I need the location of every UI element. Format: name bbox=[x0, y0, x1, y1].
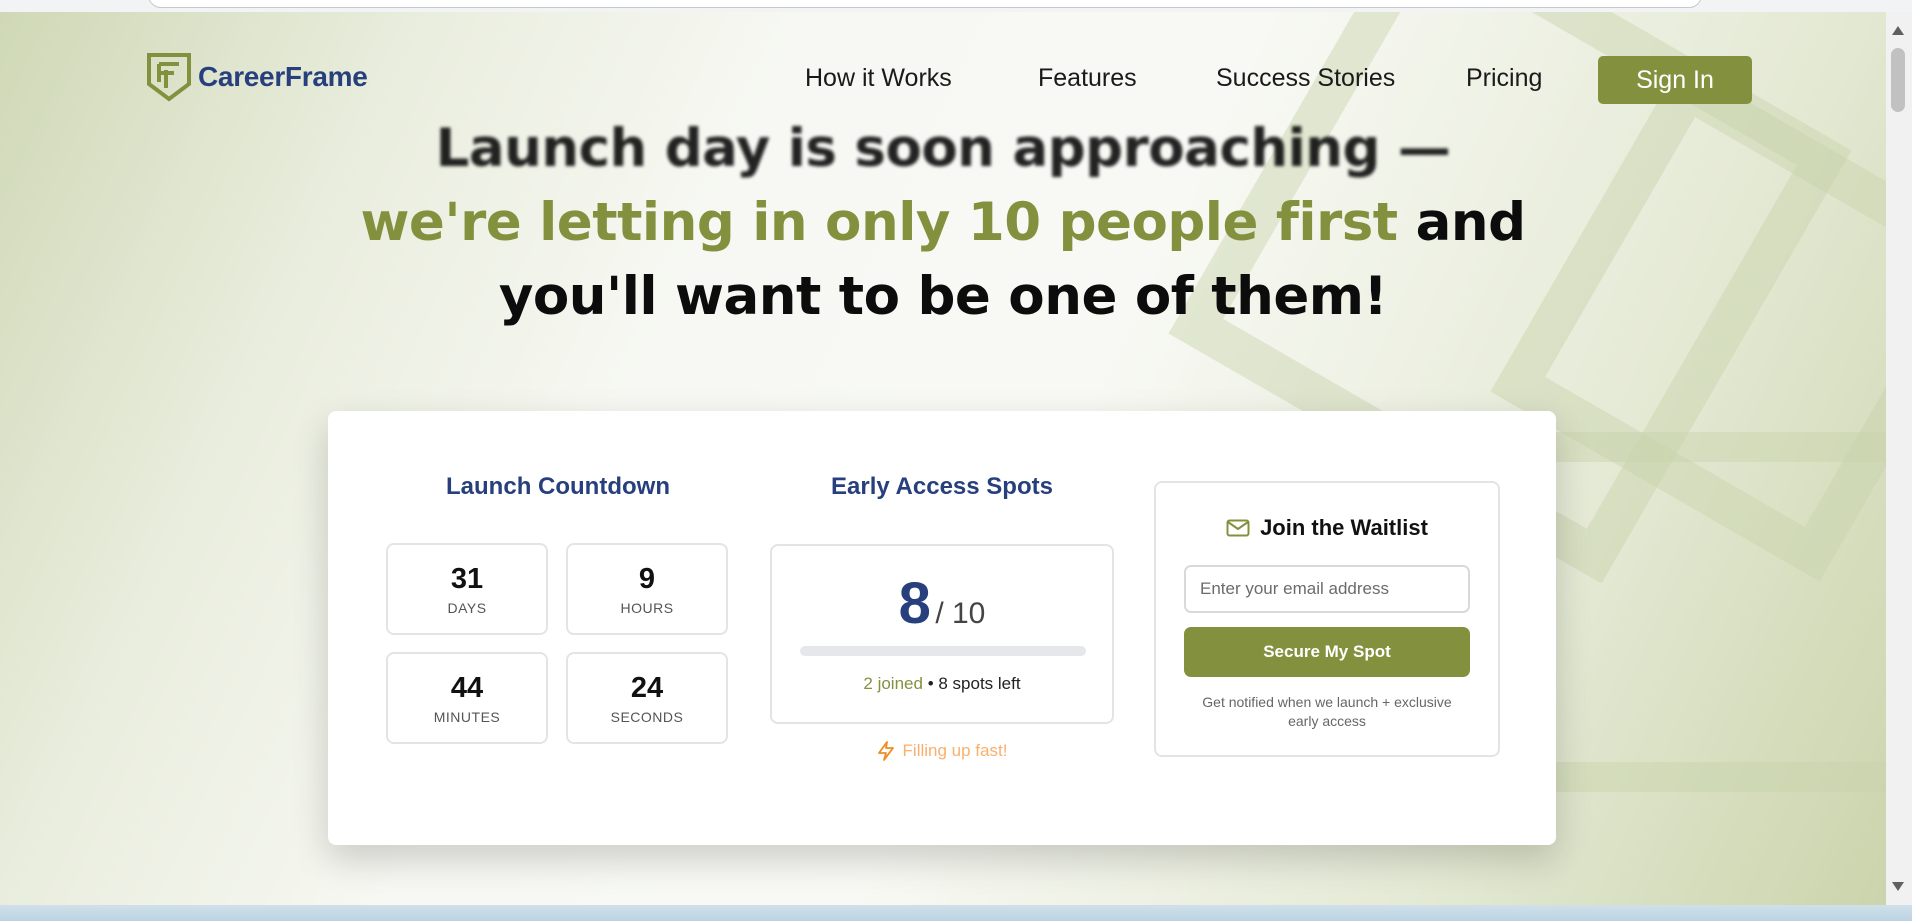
spots-total: / 10 bbox=[935, 597, 986, 630]
careerframe-logo-icon bbox=[147, 53, 191, 102]
hero-line-1: Launch day is soon approaching — bbox=[435, 118, 1451, 179]
scroll-up-icon[interactable] bbox=[1892, 26, 1904, 35]
taskbar bbox=[0, 905, 1912, 921]
waitlist-heading: Join the Waitlist bbox=[1156, 515, 1498, 541]
vertical-scrollbar[interactable] bbox=[1886, 12, 1912, 905]
countdown-label: HOURS bbox=[620, 600, 674, 616]
brand-name: CareerFrame bbox=[198, 61, 368, 92]
spots-progress-bar bbox=[800, 646, 1086, 656]
waitlist-title: Join the Waitlist bbox=[1260, 515, 1428, 540]
nav-how-it-works[interactable]: How it Works bbox=[805, 64, 952, 93]
spots-info: 2 joined • 8 spots left bbox=[772, 674, 1112, 694]
countdown-title: Launch Countdown bbox=[446, 473, 670, 500]
countdown-label: DAYS bbox=[447, 600, 487, 616]
secure-my-spot-button[interactable]: Secure My Spot bbox=[1184, 627, 1470, 677]
mail-icon bbox=[1226, 519, 1250, 537]
spots-title: Early Access Spots bbox=[831, 473, 1053, 500]
email-input[interactable] bbox=[1184, 565, 1470, 613]
urgency-text: Filling up fast! bbox=[902, 741, 1008, 760]
waitlist-note: Get notified when we launch + exclusive … bbox=[1202, 694, 1452, 729]
spots-panel: 8 / 10 2 joined • 8 spots left bbox=[770, 544, 1114, 724]
launch-card: Launch Countdown 31 DAYS 9 HOURS 44 MINU… bbox=[328, 411, 1556, 845]
nav-success-stories[interactable]: Success Stories bbox=[1216, 64, 1395, 93]
hero-highlight: we're letting in only 10 people first bbox=[360, 192, 1398, 253]
hero-line-2: we're letting in only 10 people first an… bbox=[0, 186, 1886, 260]
countdown-label: MINUTES bbox=[433, 709, 501, 725]
countdown-seconds: 24 SECONDS bbox=[566, 652, 728, 744]
countdown-value: 9 bbox=[638, 563, 656, 595]
logo[interactable]: CareerFrame bbox=[146, 52, 368, 102]
countdown-minutes: 44 MINUTES bbox=[386, 652, 548, 744]
countdown-value: 44 bbox=[450, 672, 484, 704]
spots-joined: 2 joined bbox=[863, 674, 923, 693]
scroll-down-icon[interactable] bbox=[1892, 882, 1904, 891]
nav-pricing[interactable]: Pricing bbox=[1466, 64, 1542, 93]
page-viewport: CareerFrame How it Works Features Succes… bbox=[0, 12, 1886, 905]
countdown-hours: 9 HOURS bbox=[566, 543, 728, 635]
address-bar[interactable] bbox=[148, 0, 1702, 8]
countdown-label: SECONDS bbox=[610, 709, 684, 725]
scrollbar-thumb[interactable] bbox=[1891, 48, 1905, 112]
urgency-note: Filling up fast! bbox=[770, 741, 1114, 761]
countdown-value: 24 bbox=[630, 672, 664, 704]
browser-toolbar bbox=[0, 0, 1912, 12]
lightning-icon bbox=[877, 741, 894, 761]
nav-features[interactable]: Features bbox=[1038, 64, 1137, 93]
countdown-value: 31 bbox=[450, 563, 484, 595]
hero-line-3: you'll want to be one of them! bbox=[498, 266, 1388, 327]
spots-remaining-value: 8 bbox=[898, 571, 931, 636]
spots-left: 8 spots left bbox=[938, 674, 1021, 693]
waitlist-panel: Join the Waitlist Secure My Spot Get not… bbox=[1154, 481, 1500, 757]
hero-heading: Launch day is soon approaching — we're l… bbox=[0, 112, 1886, 334]
spots-count: 8 / 10 bbox=[772, 570, 1112, 637]
hero-line-2-rest: and bbox=[1397, 192, 1526, 253]
sign-in-button[interactable]: Sign In bbox=[1598, 56, 1752, 104]
spots-separator: • bbox=[927, 674, 934, 693]
countdown-days: 31 DAYS bbox=[386, 543, 548, 635]
